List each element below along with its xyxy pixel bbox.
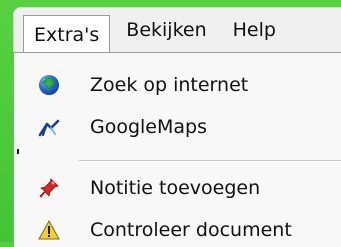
- menu-item-googlemaps[interactable]: GoogleMaps: [14, 110, 341, 144]
- menu-item-notitie-toevoegen[interactable]: Notitie toevoegen: [14, 171, 341, 205]
- menu-item-label: Notitie toevoegen: [90, 177, 260, 199]
- menu-item-label: GoogleMaps: [90, 116, 207, 138]
- globe-download-icon: [38, 74, 60, 96]
- menu-extras-label: Extra's: [34, 24, 99, 46]
- warning-icon: [38, 219, 60, 241]
- menu-item-label: Controleer document: [90, 219, 292, 241]
- extras-dropdown-menu: Zoek op internet GoogleMaps: [13, 52, 341, 247]
- menu-item-zoek-op-internet[interactable]: Zoek op internet: [14, 68, 341, 102]
- menu-bekijken-label: Bekijken: [126, 19, 206, 41]
- application-window: Extra's Bekijken Help: [13, 7, 341, 247]
- menu-bar: Extra's Bekijken Help: [13, 7, 341, 53]
- menu-help-label: Help: [233, 19, 276, 41]
- menu-help[interactable]: Help: [223, 12, 286, 49]
- menu-separator: [79, 160, 341, 162]
- menu-extras[interactable]: Extra's: [23, 15, 110, 53]
- window-artifact: [17, 149, 19, 154]
- maps-arrow-icon: [38, 116, 60, 138]
- pushpin-icon: [38, 177, 60, 199]
- menu-item-label: Zoek op internet: [90, 74, 248, 96]
- dropdown-contents: Zoek op internet GoogleMaps: [14, 53, 341, 247]
- menu-bekijken[interactable]: Bekijken: [116, 12, 216, 49]
